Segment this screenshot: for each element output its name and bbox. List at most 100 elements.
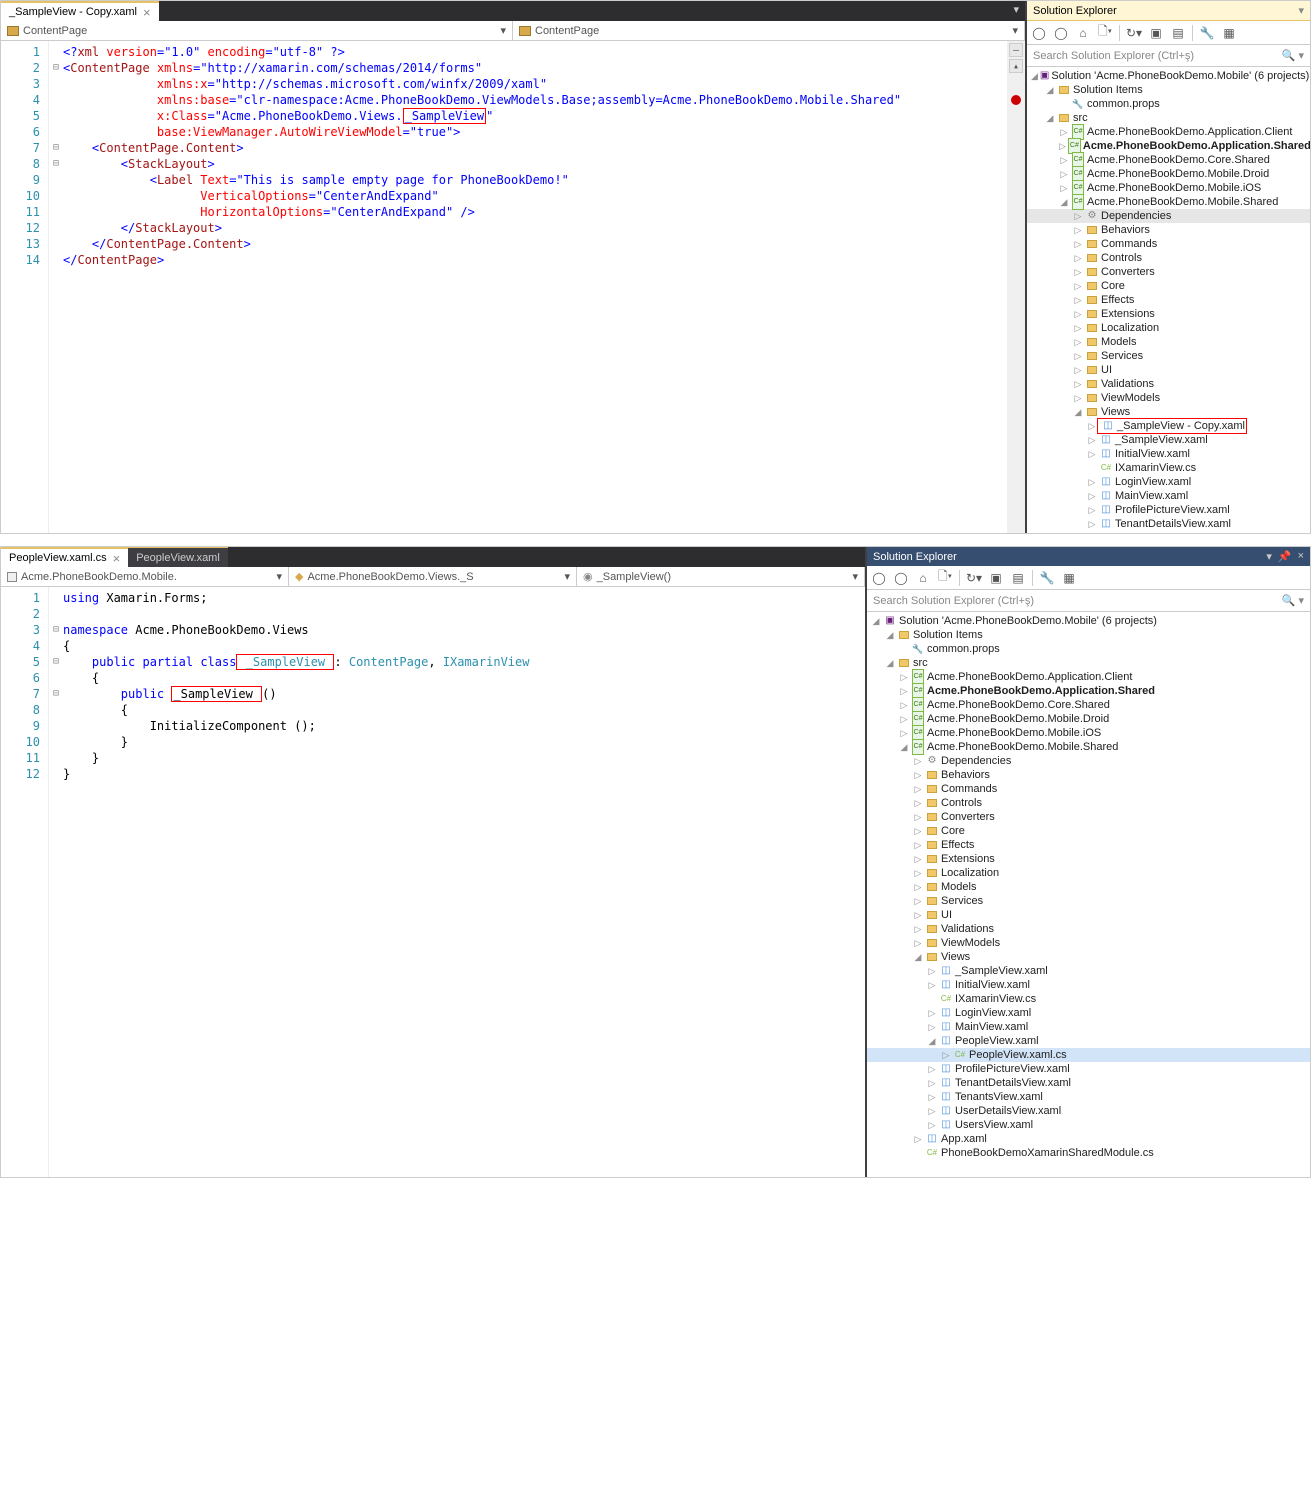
tree-row[interactable]: C#PhoneBookDemoXamarinSharedModule.cs <box>867 1146 1310 1160</box>
expand-icon[interactable] <box>927 1076 937 1090</box>
expand-icon[interactable] <box>1073 377 1083 391</box>
code-text[interactable]: <?xml version="1.0" encoding="utf-8" ?><… <box>63 41 1007 533</box>
expand-icon[interactable] <box>1031 69 1038 83</box>
tree-row[interactable]: C#Acme.PhoneBookDemo.Application.Shared <box>1027 139 1310 153</box>
tree-row[interactable]: ▣Solution 'Acme.PhoneBookDemo.Mobile' (6… <box>867 614 1310 628</box>
tree-row[interactable]: Controls <box>867 796 1310 810</box>
tree-row[interactable]: Validations <box>867 922 1310 936</box>
expand-icon[interactable] <box>1073 237 1083 251</box>
outline-gutter[interactable]: ⊟⊟⊟ <box>49 587 63 1177</box>
expand-icon[interactable] <box>927 1118 937 1132</box>
document-tab-active[interactable]: PeopleView.xaml.cs × <box>1 547 128 567</box>
expand-icon[interactable] <box>1073 265 1083 279</box>
forward-icon[interactable]: ◯ <box>1053 25 1069 41</box>
tree-row[interactable]: C#Acme.PhoneBookDemo.Mobile.Droid <box>867 712 1310 726</box>
error-marker-icon[interactable] <box>1011 95 1021 105</box>
expand-icon[interactable] <box>913 936 923 950</box>
tree-row[interactable]: ◫PeopleView.xaml <box>867 1034 1310 1048</box>
expand-icon[interactable] <box>927 1090 937 1104</box>
search-icon[interactable]: 🔍 ▾ <box>1282 49 1304 62</box>
tree-row[interactable]: ◫UserDetailsView.xaml <box>867 1104 1310 1118</box>
tree-row[interactable]: C#PeopleView.xaml.cs <box>867 1048 1310 1062</box>
expand-icon[interactable] <box>899 684 909 698</box>
expand-icon[interactable] <box>913 782 923 796</box>
expand-icon[interactable] <box>1087 503 1097 517</box>
expand-icon[interactable] <box>913 824 923 838</box>
sync-icon[interactable]: ↻▾ <box>966 570 982 586</box>
tree-row[interactable]: C#Acme.PhoneBookDemo.Mobile.Droid <box>1027 167 1310 181</box>
tree-row[interactable]: Services <box>867 894 1310 908</box>
expand-icon[interactable] <box>913 810 923 824</box>
expand-icon[interactable] <box>1045 111 1055 125</box>
tree-row[interactable]: ◫LoginView.xaml <box>867 1006 1310 1020</box>
expand-icon[interactable] <box>1073 209 1083 223</box>
tree-row[interactable]: Core <box>867 824 1310 838</box>
tree-row[interactable]: Behaviors <box>1027 223 1310 237</box>
expand-icon[interactable] <box>1073 223 1083 237</box>
tree-row[interactable]: C#IXamarinView.cs <box>1027 461 1310 475</box>
split-icon[interactable]: — <box>1009 43 1023 57</box>
expand-icon[interactable] <box>899 726 909 740</box>
tree-row[interactable]: Solution Items <box>867 628 1310 642</box>
tree-row[interactable]: ◫App.xaml <box>867 1132 1310 1146</box>
expand-icon[interactable] <box>1059 181 1069 195</box>
expand-icon[interactable] <box>1087 517 1097 531</box>
expand-icon[interactable] <box>1059 167 1069 181</box>
tree-row[interactable]: Extensions <box>867 852 1310 866</box>
forward-icon[interactable]: ◯ <box>893 570 909 586</box>
tree-row[interactable]: ViewModels <box>867 936 1310 950</box>
tree-row[interactable]: ◫_SampleView.xaml <box>867 964 1310 978</box>
tree-row[interactable]: Extensions <box>1027 307 1310 321</box>
tree-row[interactable]: ◫TenantsView.xaml <box>1027 531 1310 533</box>
expand-icon[interactable] <box>1087 531 1097 533</box>
expand-icon[interactable] <box>927 1020 937 1034</box>
tree-row[interactable]: C#Acme.PhoneBookDemo.Application.Shared <box>867 684 1310 698</box>
tree-row[interactable]: Localization <box>867 866 1310 880</box>
expand-icon[interactable] <box>927 964 937 978</box>
expand-icon[interactable] <box>1073 391 1083 405</box>
tree-row[interactable]: ◫InitialView.xaml <box>1027 447 1310 461</box>
collapse-icon[interactable]: ▤ <box>1170 25 1186 41</box>
expand-icon[interactable] <box>1073 251 1083 265</box>
preview-icon[interactable]: ▦ <box>1061 570 1077 586</box>
refresh-icon[interactable]: 🗋▾ <box>1097 25 1113 41</box>
properties-icon[interactable]: 🔧 <box>1199 25 1215 41</box>
expand-icon[interactable] <box>1045 83 1055 97</box>
tree-row[interactable]: Behaviors <box>867 768 1310 782</box>
expand-icon[interactable] <box>913 754 923 768</box>
tree-row[interactable]: ViewModels <box>1027 391 1310 405</box>
tree-row[interactable]: Models <box>1027 335 1310 349</box>
expand-icon[interactable] <box>899 698 909 712</box>
expand-icon[interactable] <box>927 1006 937 1020</box>
search-icon[interactable]: 🔍 ▾ <box>1282 594 1304 607</box>
tree-row[interactable]: Solution Items <box>1027 83 1310 97</box>
expand-icon[interactable] <box>1059 195 1069 209</box>
tree-row[interactable]: Controls <box>1027 251 1310 265</box>
tree-row[interactable]: C#Acme.PhoneBookDemo.Core.Shared <box>1027 153 1310 167</box>
tree-row[interactable]: C#Acme.PhoneBookDemo.Application.Client <box>867 670 1310 684</box>
code-editor[interactable]: 123456789101112 ⊟⊟⊟ using Xamarin.Forms;… <box>1 587 865 1177</box>
expand-icon[interactable] <box>913 922 923 936</box>
tree-row[interactable]: Commands <box>867 782 1310 796</box>
expand-icon[interactable] <box>927 1104 937 1118</box>
code-text[interactable]: using Xamarin.Forms;namespace Acme.Phone… <box>63 587 865 1177</box>
project-combo[interactable]: Acme.PhoneBookDemo.Mobile.▾ <box>1 567 289 586</box>
tree-row[interactable]: Effects <box>1027 293 1310 307</box>
expand-icon[interactable] <box>927 1034 937 1048</box>
collapse-icon[interactable]: ▤ <box>1010 570 1026 586</box>
expand-icon[interactable] <box>913 866 923 880</box>
back-icon[interactable]: ◯ <box>1031 25 1047 41</box>
expand-icon[interactable] <box>913 768 923 782</box>
type-combo[interactable]: ◆Acme.PhoneBookDemo.Views._S▾ <box>289 567 577 586</box>
expand-icon[interactable] <box>899 740 909 754</box>
tree-row[interactable]: C#Acme.PhoneBookDemo.Core.Shared <box>867 698 1310 712</box>
tree-row[interactable]: ◫_SampleView.xaml <box>1027 433 1310 447</box>
tree-row[interactable]: ◫LoginView.xaml <box>1027 475 1310 489</box>
tree-row[interactable]: ◫MainView.xaml <box>1027 489 1310 503</box>
sync-icon[interactable]: ↻▾ <box>1126 25 1142 41</box>
expand-icon[interactable] <box>913 908 923 922</box>
member-combo[interactable]: ◉_SampleView()▾ <box>577 567 865 586</box>
expand-icon[interactable] <box>1059 125 1069 139</box>
tree-row[interactable]: C#Acme.PhoneBookDemo.Application.Client <box>1027 125 1310 139</box>
tree-row[interactable]: Core <box>1027 279 1310 293</box>
